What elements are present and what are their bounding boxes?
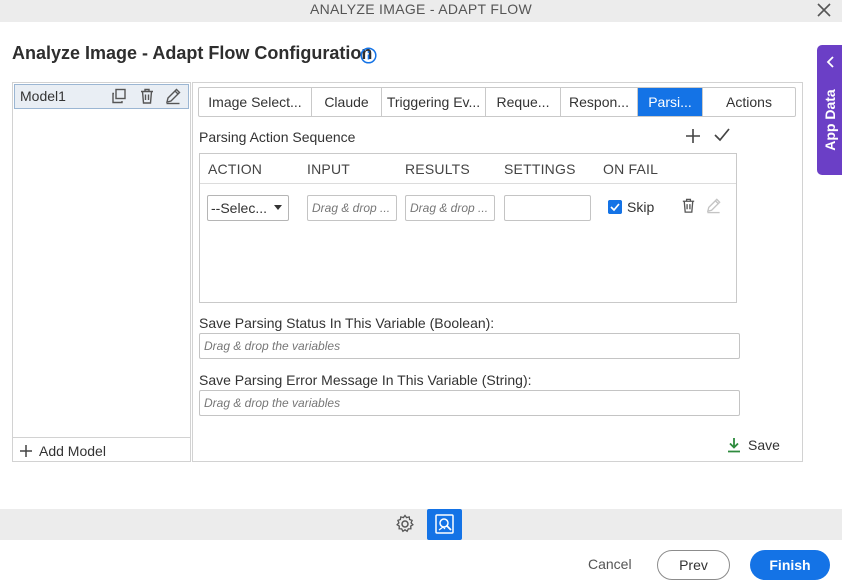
column-header-results: RESULTS [405, 161, 470, 177]
pencil-icon[interactable] [705, 197, 722, 214]
download-icon [728, 438, 740, 453]
tab-triggering-events[interactable]: Triggering Ev... [382, 88, 486, 116]
info-icon[interactable] [360, 47, 377, 64]
trash-icon[interactable] [138, 87, 156, 105]
duplicate-icon[interactable] [110, 87, 128, 105]
status-variable-field[interactable]: Drag & drop the variables [199, 333, 740, 359]
dropdown-caret-icon [274, 205, 282, 210]
settings-field[interactable] [504, 195, 591, 221]
prev-button[interactable]: Prev [657, 550, 730, 580]
check-icon[interactable] [712, 126, 732, 144]
model-list-panel [12, 82, 191, 462]
action-select-value: --Selec... [211, 200, 268, 216]
save-button[interactable]: Save [726, 436, 780, 454]
results-drop-field[interactable]: Drag & drop ... [405, 195, 495, 221]
column-header-action: ACTION [208, 161, 263, 177]
skip-checkbox[interactable] [608, 200, 622, 214]
error-variable-label: Save Parsing Error Message In This Varia… [199, 372, 532, 388]
status-variable-label: Save Parsing Status In This Variable (Bo… [199, 315, 495, 331]
tab-bar: Image Select... Claude Triggering Ev... … [198, 87, 796, 117]
tab-image-select[interactable]: Image Select... [199, 88, 312, 116]
preview-button[interactable] [427, 509, 462, 540]
column-header-input: INPUT [307, 161, 350, 177]
model-item-label: Model1 [20, 88, 66, 104]
app-data-label-wrap: App Data [817, 75, 842, 165]
chevron-left-icon [826, 56, 834, 68]
cancel-button[interactable]: Cancel [588, 556, 632, 572]
close-icon[interactable] [815, 1, 833, 19]
page-title: Analyze Image - Adapt Flow Configuration [12, 43, 373, 63]
finish-button[interactable]: Finish [750, 550, 830, 580]
save-label: Save [748, 437, 780, 453]
column-header-on-fail: ON FAIL [603, 161, 659, 177]
tab-request[interactable]: Reque... [486, 88, 561, 116]
action-select[interactable]: --Selec... [207, 195, 289, 221]
trash-icon[interactable] [680, 197, 697, 214]
gear-icon[interactable] [394, 513, 416, 535]
column-header-settings: SETTINGS [504, 161, 576, 177]
app-data-label: App Data [821, 89, 838, 151]
add-model-label: Add Model [39, 443, 106, 459]
tab-response[interactable]: Respon... [561, 88, 638, 116]
tab-claude[interactable]: Claude [312, 88, 382, 116]
plus-icon [20, 445, 32, 457]
error-variable-field[interactable]: Drag & drop the variables [199, 390, 740, 416]
input-drop-field[interactable]: Drag & drop ... [307, 195, 397, 221]
skip-label: Skip [627, 199, 655, 215]
add-model-button[interactable]: Add Model [19, 442, 106, 460]
bottom-toolbar [0, 509, 842, 540]
tab-parsing[interactable]: Parsi... [638, 88, 703, 116]
tab-actions[interactable]: Actions [703, 88, 795, 116]
add-row-icon[interactable] [684, 127, 702, 145]
divider [13, 437, 190, 438]
pencil-icon[interactable] [164, 87, 182, 105]
parsing-section-title: Parsing Action Sequence [199, 129, 356, 145]
window-title: ANALYZE IMAGE - ADAPT FLOW [310, 1, 532, 17]
image-search-icon [435, 514, 454, 534]
